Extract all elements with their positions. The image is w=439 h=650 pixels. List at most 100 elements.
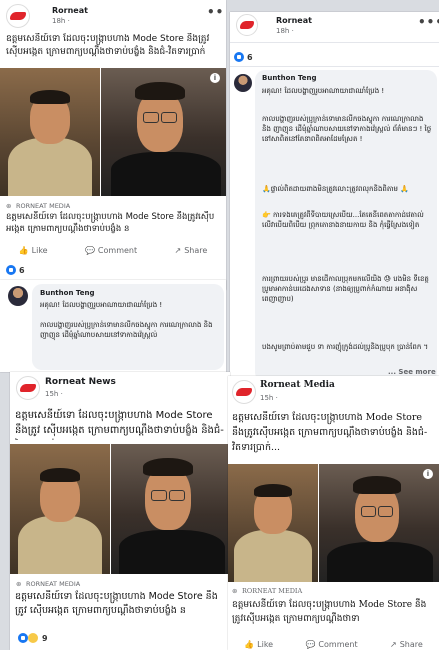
rorneat-logo-icon [240,21,254,29]
post-text: ឧត្តមសេនីយ៍ទោ ដែលចុះបង្ក្រាបហាង Mode Sto… [15,410,224,436]
more-options-icon[interactable]: ••• [207,5,226,19]
hair-shape [40,468,80,482]
info-icon[interactable]: i [423,469,433,479]
comment-icon: 💬 [84,245,95,255]
comment-text-4: 👉 ការទងគេត្រូវពីទីបាយស្រេបើយ...តែតេនីពេត… [262,211,424,229]
reaction-summary[interactable]: 6 [234,52,253,62]
page-avatar[interactable] [16,376,40,400]
comment-text-3: 🙏ផ្ទាល់ពិតដាយពាងមិនត្រូវលោះត្រូវពលុកនិងព… [262,185,409,193]
like-label: Like [257,639,274,649]
reaction-summary[interactable]: 6 [6,265,25,275]
post-rorneat-news: Rorneat News 15h · ឧត្តមសេនីយ៍ទោ ដែលចុះប… [10,372,230,650]
like-label: Like [31,245,48,255]
commenter-name[interactable]: Bunthon Teng [40,289,94,297]
page-avatar[interactable] [6,4,30,28]
photo-general[interactable] [228,464,318,582]
page-avatar[interactable] [236,14,258,36]
link-source: RORNEAT MEDIA [16,202,71,210]
photo-woman[interactable]: i [101,68,226,196]
glasses-shape [151,490,167,501]
post-time[interactable]: 15h · [260,394,278,402]
page-avatar[interactable] [232,380,256,404]
reaction-summary[interactable]: 9 [18,632,48,644]
link-source: RORNEAT MEDIA [26,580,81,588]
divider [230,66,439,67]
link-source: RORNEAT MEDIA [242,587,303,595]
thumbs-up-icon: 👍 [18,245,29,255]
share-button[interactable]: ↗ Share [390,638,423,650]
like-reaction-icon [6,265,16,275]
rorneat-logo-icon [10,12,26,20]
see-more-link[interactable]: ... See more [388,368,436,376]
hair-shape [353,476,401,494]
comment-text-2: កាលបង្ហាញរបស់ប្រូក្រាន់ទោមានលីកចងស្ទុកា … [262,115,432,143]
post-time[interactable]: 18h · [276,27,294,35]
post-time[interactable]: 15h · [45,390,63,398]
action-bar: 👍 Like 💬 Comment ↗ Share [228,638,439,650]
reaction-count: 6 [19,265,25,275]
rorneat-logo-icon [20,384,36,392]
thumbs-up-icon: 👍 [244,639,255,649]
uniform-shape [18,516,102,574]
glasses-shape [143,112,159,123]
jacket-shape [327,542,433,582]
divider [230,42,439,43]
info-icon[interactable]: i [210,73,220,83]
post-text: ឧត្តមសេនីយ៍ទោ ដែលចុះបង្ក្រាបហាង Mode Sto… [6,34,210,57]
glasses-shape [378,506,393,517]
uniform-shape [234,530,312,582]
like-reaction-icon [234,52,244,62]
comment-button[interactable]: 💬 Comment [305,638,357,650]
reaction-count: 6 [247,52,253,62]
reaction-count: 9 [42,633,48,643]
link-title[interactable]: ឧត្តមសេនីយ៍ទោ ដែលចុះបង្ក្រាបហាង Mode Sto… [232,598,437,628]
post-rorneat-media: Rorneat Media 15h · ឧត្តមសេនីយ៍ទោ ដែលចុះ… [228,376,439,650]
share-icon: ↗ [174,245,182,255]
hair-shape [30,90,70,104]
comment-panel-left: Bunthon Teng អគុណ! ដែលបង្ហាញរូបអាណាយាជាឈ… [0,280,226,372]
comment-label: Comment [318,639,358,649]
link-title[interactable]: ឧត្តមសេនីយ៍ទោ ដែលចុះបង្ក្រាបហាង Mode Sto… [6,211,222,237]
post-rorneat-top-left: Rorneat 18h · ••• ឧត្តមសេនីយ៍ទោ ដែលចុះបង… [0,0,226,290]
comment-button[interactable]: 💬 Comment [85,243,137,257]
hair-shape [254,484,292,497]
comment-label: Comment [97,245,138,255]
share-label: Share [399,639,423,649]
comment-text-1: អគុណ! ដែលបង្ហាញរូបអាណាយាជាឈាំប្រែង ! [262,87,385,95]
post-time[interactable]: 18h · [52,17,70,25]
photo-woman[interactable]: i [319,464,439,582]
link-title[interactable]: ឧត្តមសេនីយ៍ទោ ដែលចុះបង្ក្រាបហាង Mode Sto… [15,590,227,622]
jacket-shape [111,152,221,196]
photo-general[interactable] [10,444,110,574]
comment-text-5: ការព្រាយរបស់ប្រូរ មានដេីកាលប្រុកមកលើយិង … [262,275,429,303]
page-name[interactable]: Rorneat [276,16,312,25]
hair-shape [135,82,185,100]
page-name[interactable]: Rorneat News [45,377,116,387]
commenter-avatar[interactable] [234,74,252,92]
action-bar: 👍 Like 💬 Comment ↗ Share [0,243,226,257]
commenter-name[interactable]: Bunthon Teng [262,74,316,82]
comment-text-2: កាលបង្ហាញរបស់ប្រូក្រាន់ទោមានលីកចងស្ទុកា … [40,321,213,339]
like-button[interactable]: 👍 Like [244,638,273,650]
link-source-icon: ⊛ [6,202,12,210]
glasses-shape [161,112,177,123]
link-source-icon: ⊛ [16,580,22,588]
comment-icon: 💬 [305,639,316,649]
commenter-avatar[interactable] [8,286,28,306]
glasses-shape [361,506,376,517]
jacket-shape [119,530,225,574]
page-name[interactable]: Rorneat Media [260,380,335,390]
glasses-shape [169,490,185,501]
rorneat-logo-icon [236,388,252,396]
link-source-icon: ⊛ [232,587,238,595]
photo-general[interactable] [0,68,100,196]
share-button[interactable]: ↗ Share [174,243,207,257]
share-label: Share [184,245,208,255]
page-name[interactable]: Rorneat [52,6,88,15]
photo-woman[interactable] [111,444,230,574]
haha-reaction-icon [27,632,39,644]
comment-text-1: អគុណ! ដែលបង្ហាញរូបអាណាយាជាឈាំប្រែង ! [40,301,163,309]
comment-panel-right: Rorneat 18h · ••• 6 Bunthon Teng អគុណ! ដ… [230,12,439,387]
more-options-icon[interactable]: ••• [418,15,439,29]
like-button[interactable]: 👍 Like [19,243,48,257]
